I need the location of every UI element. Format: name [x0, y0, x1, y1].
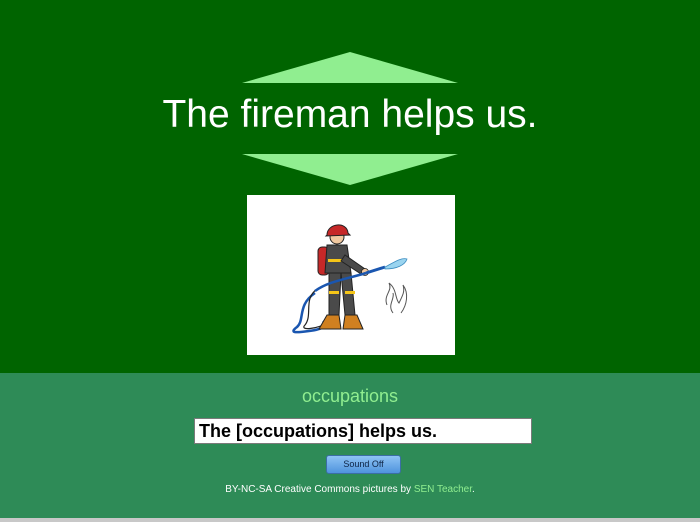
credit-text: BY-NC-SA Creative Commons pictures by — [225, 484, 414, 495]
sen-teacher-link[interactable]: SEN Teacher — [414, 484, 472, 495]
previous-arrow-button[interactable] — [242, 52, 458, 83]
credit-line: BY-NC-SA Creative Commons pictures by SE… — [0, 483, 700, 497]
page-bottom-border — [0, 518, 700, 522]
category-label: occupations — [301, 386, 399, 406]
controls-panel: occupations Sound Off BY-NC-SA Creative … — [0, 373, 700, 518]
sentence-panel: The fireman helps us. — [0, 0, 700, 373]
sound-toggle-button[interactable]: Sound Off — [326, 455, 401, 474]
next-arrow-button[interactable] — [242, 154, 458, 185]
sentence-text: The fireman helps us. — [162, 93, 538, 136]
credit-end: . — [472, 484, 475, 495]
fireman-picture — [247, 195, 455, 355]
sentence-template-input[interactable] — [194, 418, 532, 444]
fireman-icon — [292, 224, 408, 334]
